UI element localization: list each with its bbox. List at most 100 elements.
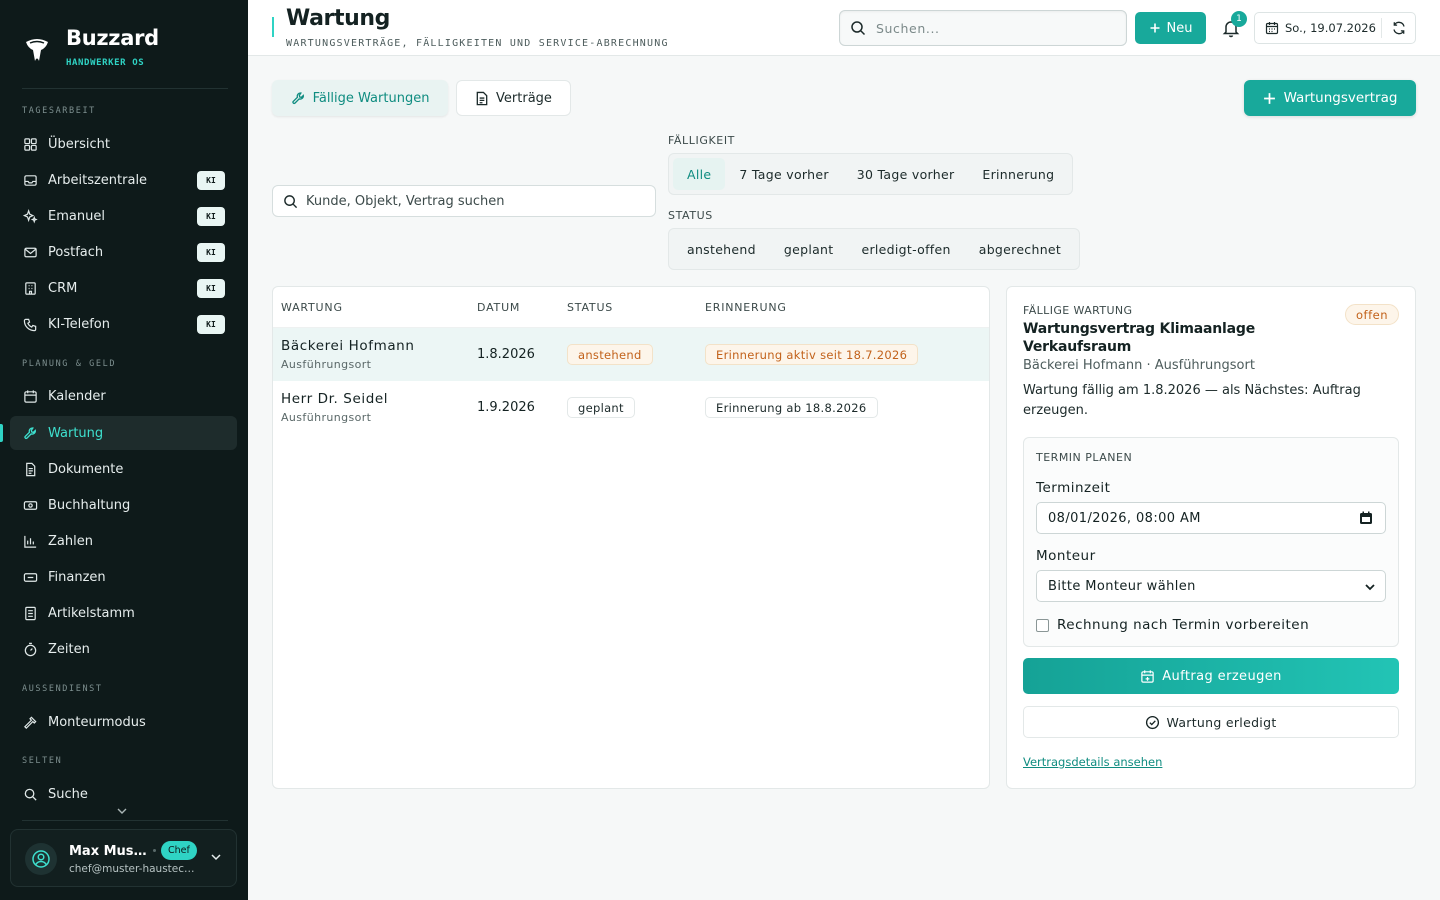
new-button[interactable]: Neu (1135, 12, 1206, 44)
filter-7-tage[interactable]: 7 Tage vorher (725, 158, 842, 190)
ki-badge: KI (197, 279, 225, 298)
sidebar-item-emanuel[interactable]: Emanuel KI (10, 199, 237, 233)
timer-icon (22, 641, 38, 657)
rechnung-checkbox-row[interactable]: Rechnung nach Termin vorbereiten (1036, 617, 1309, 633)
monteur-select[interactable]: Bitte Monteur wählen (1036, 570, 1386, 602)
rechnung-checkbox[interactable] (1036, 618, 1049, 632)
wartung-erledigt-label: Wartung erledigt (1166, 714, 1277, 730)
contract-search-input[interactable] (306, 193, 636, 209)
wartung-erledigt-button[interactable]: Wartung erledigt (1023, 706, 1399, 738)
search-input[interactable] (876, 20, 1106, 36)
terminzeit-label: Terminzeit (1036, 480, 1111, 496)
document-icon (22, 461, 38, 477)
sidebar-item-artikelstamm[interactable]: Artikelstamm (10, 596, 237, 630)
filter-anstehend[interactable]: anstehend (673, 233, 770, 265)
terminzeit-input[interactable]: 08/01/2026, 08:00 AM (1036, 502, 1386, 534)
sidebar-item-uebersicht[interactable]: Übersicht (10, 127, 237, 161)
column-header: STATUS (567, 301, 614, 314)
sidebar-item-label: Buchhaltung (48, 497, 131, 513)
brand[interactable]: Buzzard HANDWERKER OS (22, 26, 159, 68)
filter-erinnerung[interactable]: Erinnerung (968, 158, 1068, 190)
column-header: ERINNERUNG (705, 301, 787, 314)
detail-eyebrow: FÄLLIGE WARTUNG (1023, 304, 1133, 317)
calendar-plus-icon (1141, 669, 1154, 683)
new-button-label: Neu (1166, 20, 1193, 36)
row-location: Ausführungsort (281, 358, 372, 371)
status-badge: geplant (567, 397, 635, 418)
brand-name: Buzzard (66, 26, 159, 50)
filter-30-tage[interactable]: 30 Tage vorher (843, 158, 969, 190)
sidebar-item-zahlen[interactable]: Zahlen (10, 524, 237, 558)
wallet-icon (22, 569, 38, 585)
filter-alle[interactable]: Alle (673, 158, 726, 190)
detail-title: Wartungsvertrag Klimaanlage Verkaufsraum (1023, 321, 1255, 355)
refresh-icon[interactable] (1391, 20, 1407, 36)
current-date: So., 19.07.2026 (1285, 21, 1376, 35)
check-circle-icon (1146, 715, 1160, 729)
sidebar-item-ki-telefon[interactable]: KI-Telefon KI (10, 307, 237, 341)
chevron-down-icon (1365, 584, 1375, 591)
divider (22, 820, 228, 821)
auftrag-erzeugen-button[interactable]: Auftrag erzeugen (1023, 658, 1399, 694)
active-indicator (0, 424, 3, 442)
plus-icon (1263, 92, 1275, 104)
ki-badge: KI (197, 207, 225, 226)
detail-subtitle: Bäckerei Hofmann · Ausführungsort (1023, 358, 1255, 373)
table-row[interactable]: Herr Dr. Seidel Ausführungsort 1.9.2026 … (273, 381, 989, 434)
sidebar-item-label: Kalender (48, 388, 106, 404)
sidebar-item-postfach[interactable]: Postfach KI (10, 235, 237, 269)
tab-faellige-wartungen[interactable]: Fällige Wartungen (272, 80, 448, 116)
sparkles-icon (22, 208, 38, 224)
page-subtitle: WARTUNGSVERTRÄGE, FÄLLIGKEITEN UND SERVI… (286, 38, 669, 49)
tab-label: Fällige Wartungen (312, 90, 430, 106)
section-label: PLANUNG & GELD (22, 359, 117, 369)
sidebar-item-finanzen[interactable]: Finanzen (10, 560, 237, 594)
termin-planen-box: TERMIN PLANEN Terminzeit 08/01/2026, 08:… (1023, 437, 1399, 647)
user-menu[interactable]: Max Mustermann Chef chef@muster-haustech… (10, 829, 237, 887)
monteur-label: Monteur (1036, 548, 1096, 564)
scroll-down-icon[interactable] (116, 805, 128, 818)
row-customer: Herr Dr. Seidel (281, 391, 389, 407)
date-picker[interactable]: So., 19.07.2026 (1254, 12, 1416, 44)
sidebar-item-dokumente[interactable]: Dokumente (10, 452, 237, 486)
filter-erledigt-offen[interactable]: erledigt-offen (847, 233, 964, 265)
sidebar-item-label: Postfach (48, 244, 104, 260)
vertragsdetails-link[interactable]: Vertragsdetails ansehen (1023, 755, 1162, 769)
filter-geplant[interactable]: geplant (770, 233, 848, 265)
faelligkeit-filter: Alle 7 Tage vorher 30 Tage vorher Erinne… (668, 153, 1074, 195)
contract-search[interactable] (272, 185, 656, 217)
add-wartungsvertrag-button[interactable]: Wartungsvertrag (1244, 80, 1416, 116)
row-date: 1.9.2026 (477, 400, 535, 415)
column-header: DATUM (477, 301, 521, 314)
sidebar-item-label: Emanuel (48, 208, 105, 224)
sidebar-item-zeiten[interactable]: Zeiten (10, 632, 237, 666)
filter-abgerechnet[interactable]: abgerechnet (965, 233, 1075, 265)
topbar: Wartung WARTUNGSVERTRÄGE, FÄLLIGKEITEN U… (248, 0, 1440, 56)
sidebar-item-kalender[interactable]: Kalender (10, 379, 237, 413)
calendar-icon[interactable] (1359, 511, 1373, 525)
wrench-icon (22, 425, 38, 441)
wrench-icon (291, 91, 304, 104)
sidebar-item-label: Arbeitszentrale (48, 172, 148, 188)
user-email: chef@muster-haustechnik.de (69, 863, 197, 875)
sidebar-item-label: Wartung (48, 425, 104, 441)
document-icon (476, 91, 488, 105)
wartung-table: WARTUNG DATUM STATUS ERINNERUNG Bäckerei… (272, 286, 990, 789)
sidebar-item-label: Artikelstamm (48, 605, 135, 621)
global-search[interactable] (839, 10, 1127, 46)
sidebar-item-wartung[interactable]: Wartung (10, 416, 237, 450)
sidebar-item-monteurmodus[interactable]: Monteurmodus (10, 705, 237, 739)
user-name: Max Mustermann (69, 844, 147, 859)
tab-vertraege[interactable]: Verträge (456, 80, 571, 116)
sidebar-item-label: Übersicht (48, 136, 110, 152)
checkbox-label: Rechnung nach Termin vorbereiten (1057, 617, 1310, 633)
sidebar-item-label: Dokumente (48, 461, 124, 477)
table-row[interactable]: Bäckerei Hofmann Ausführungsort 1.8.2026… (273, 328, 989, 381)
chevron-down-icon (211, 854, 221, 861)
user-icon (32, 850, 50, 868)
sidebar-item-arbeitszentrale[interactable]: Arbeitszentrale KI (10, 163, 237, 197)
sidebar-item-crm[interactable]: CRM KI (10, 271, 237, 305)
sidebar-item-buchhaltung[interactable]: Buchhaltung (10, 488, 237, 522)
sidebar-item-label: Zahlen (48, 533, 93, 549)
auftrag-erzeugen-label: Auftrag erzeugen (1162, 668, 1282, 684)
